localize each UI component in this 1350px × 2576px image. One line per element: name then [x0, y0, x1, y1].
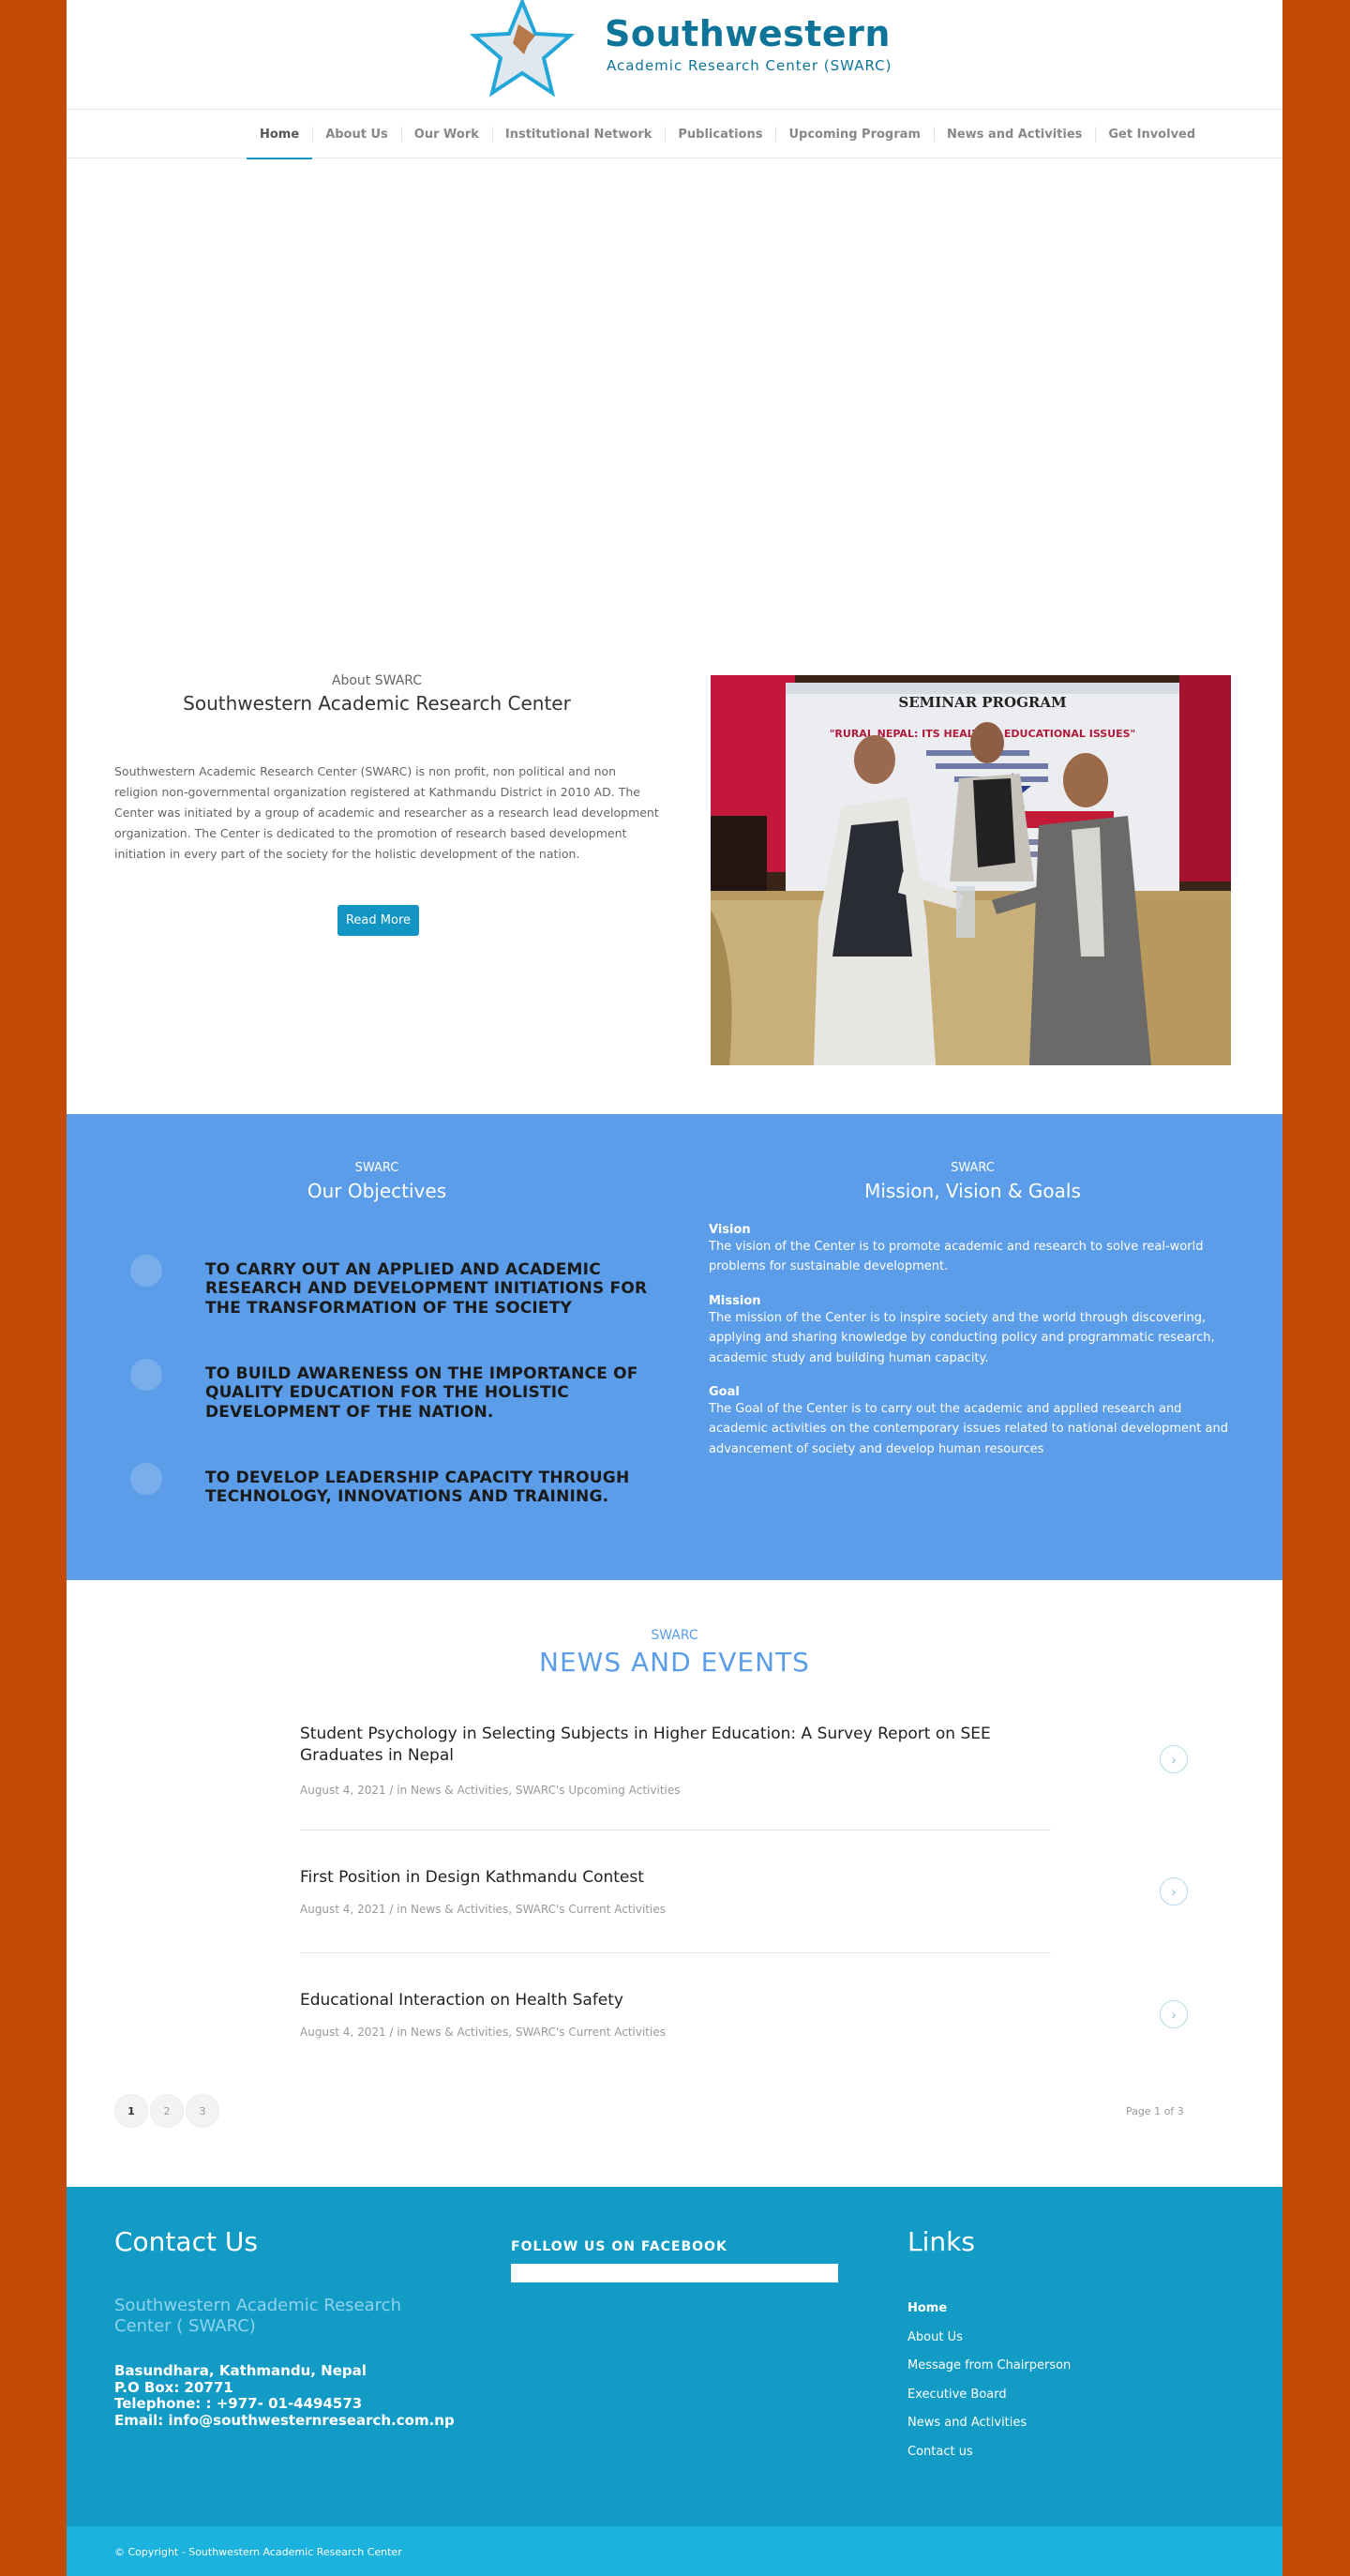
copyright-bar: © Copyright - Southwestern Academic Rese… [67, 2526, 1282, 2576]
footer-link-executive-board[interactable]: Executive Board [908, 2388, 1071, 2417]
nav-item-institutional-network[interactable]: Institutional Network [491, 110, 666, 158]
contact-phone: Telephone: : +977- 01-4494573 [114, 2395, 363, 2413]
nav-item-about-us[interactable]: About Us [312, 110, 401, 158]
facebook-heading: FOLLOW US ON FACEBOOK [511, 2239, 728, 2254]
news-meta: August 4, 2021 / in News & Activities, S… [300, 2025, 666, 2039]
objectives-heading: Our Objectives [307, 1180, 447, 1202]
logo-title: Southwestern [605, 13, 891, 54]
contact-details: Basundhara, Kathmandu, Nepal P.O Box: 20… [114, 2362, 455, 2430]
nav-item-upcoming-program[interactable]: Upcoming Program [775, 110, 934, 158]
about-subheading: About SWARC [331, 673, 423, 688]
news-subheading: SWARC [651, 1628, 698, 1643]
bullet-circle-icon [130, 1359, 162, 1391]
news-title-link[interactable]: Educational Interaction on Health Safety [300, 1990, 1050, 2011]
news-item: Student Psychology in Selecting Subjects… [300, 1724, 1050, 1797]
footer-link-home[interactable]: Home [908, 2301, 1071, 2330]
star-logo-icon [470, 0, 576, 98]
seminar-photo: SEMINAR PROGRAM "RURAL NEPAL: ITS HEALTH… [711, 675, 1231, 1065]
logo-subtitle: Academic Research Center (SWARC) [607, 57, 892, 74]
site-logo[interactable]: Southwestern Academic Research Center (S… [470, 0, 901, 103]
footer-link-about-us[interactable]: About Us [908, 2330, 1071, 2359]
footer-link-contact-us[interactable]: Contact us [908, 2445, 1071, 2474]
news-meta: August 4, 2021 / in News & Activities, S… [300, 1783, 681, 1797]
contact-pobox: P.O Box: 20771 [114, 2378, 233, 2396]
mission-block: Mission The mission of the Center is to … [709, 1294, 1234, 1368]
vision-text: The vision of the Center is to promote a… [709, 1240, 1204, 1274]
vision-block: Vision The vision of the Center is to pr… [709, 1223, 1234, 1277]
news-meta: August 4, 2021 / in News & Activities, S… [300, 1902, 666, 1916]
goal-heading: Goal [709, 1385, 740, 1399]
divider [300, 1952, 1051, 1953]
objective-text: TO CARRY OUT AN APPLIED AND ACADEMIC RES… [205, 1260, 648, 1318]
bullet-circle-icon [130, 1463, 162, 1495]
contact-org-name: Southwestern Academic Research Center ( … [114, 2296, 401, 2336]
copyright-text: © Copyright - Southwestern Academic Rese… [114, 2546, 402, 2558]
objectives-subheading: SWARC [354, 1161, 399, 1175]
mvg-heading: Mission, Vision & Goals [864, 1180, 1081, 1202]
goal-text: The Goal of the Center is to carry out t… [709, 1402, 1228, 1456]
objective-text: TO DEVELOP LEADERSHIP CAPACITY THROUGH T… [205, 1469, 630, 1507]
contact-email[interactable]: Email: info@southwesternresearch.com.np [114, 2412, 455, 2430]
about-paragraph: Southwestern Academic Research Center (S… [114, 764, 659, 861]
objective-text: TO BUILD AWARENESS ON THE IMPORTANCE OF … [205, 1364, 638, 1422]
read-more-button[interactable]: Read More [338, 905, 419, 936]
facebook-widget[interactable] [511, 2264, 838, 2282]
objectives-section: SWARC Our Objectives TO CARRY OUT AN APP… [67, 1114, 1282, 1580]
goal-block: Goal The Goal of the Center is to carry … [709, 1385, 1234, 1459]
page-indicator: Page 1 of 3 [1126, 2105, 1184, 2117]
contact-address: Basundhara, Kathmandu, Nepal [114, 2362, 367, 2379]
chevron-right-icon[interactable]: › [1160, 1745, 1188, 1773]
page-3-link[interactable]: 3 [186, 2094, 219, 2128]
photo-banner-title: SEMINAR PROGRAM [898, 694, 1066, 711]
nav-item-publications[interactable]: Publications [665, 110, 775, 158]
mission-heading: Mission [709, 1294, 761, 1308]
page-container: Southwestern Academic Research Center (S… [67, 0, 1282, 2576]
site-header: Southwestern Academic Research Center (S… [67, 0, 1282, 110]
chevron-right-icon[interactable]: › [1160, 2000, 1188, 2028]
nav-item-news-activities[interactable]: News and Activities [933, 110, 1095, 158]
page-2-link[interactable]: 2 [150, 2094, 184, 2128]
about-heading: Southwestern Academic Research Center [183, 692, 571, 715]
news-item: First Position in Design Kathmandu Conte… [300, 1867, 1050, 1916]
site-footer: Contact Us Southwestern Academic Researc… [67, 2187, 1282, 2526]
news-heading: NEWS AND EVENTS [539, 1647, 810, 1678]
vision-heading: Vision [709, 1223, 751, 1237]
page-1-link[interactable]: 1 [114, 2094, 148, 2128]
contact-heading: Contact Us [114, 2226, 258, 2257]
footer-link-chairperson-message[interactable]: Message from Chairperson [908, 2358, 1071, 2388]
nav-item-get-involved[interactable]: Get Involved [1095, 110, 1208, 158]
news-title-link[interactable]: First Position in Design Kathmandu Conte… [300, 1867, 1050, 1889]
mvg-subheading: SWARC [951, 1161, 995, 1175]
footer-link-news-activities[interactable]: News and Activities [908, 2416, 1071, 2445]
footer-links: Home About Us Message from Chairperson E… [908, 2301, 1071, 2473]
news-title-link[interactable]: Student Psychology in Selecting Subjects… [300, 1724, 1050, 1767]
links-heading: Links [908, 2226, 975, 2257]
bullet-circle-icon [130, 1255, 162, 1287]
mission-text: The mission of the Center is to inspire … [709, 1311, 1215, 1365]
chevron-right-icon[interactable]: › [1160, 1877, 1188, 1906]
nav-item-home[interactable]: Home [247, 110, 313, 159]
pagination: 1 2 3 [114, 2094, 221, 2128]
main-nav: Home About Us Our Work Institutional Net… [67, 110, 1282, 159]
news-item: Educational Interaction on Health Safety… [300, 1990, 1050, 2039]
nav-item-our-work[interactable]: Our Work [400, 110, 492, 158]
